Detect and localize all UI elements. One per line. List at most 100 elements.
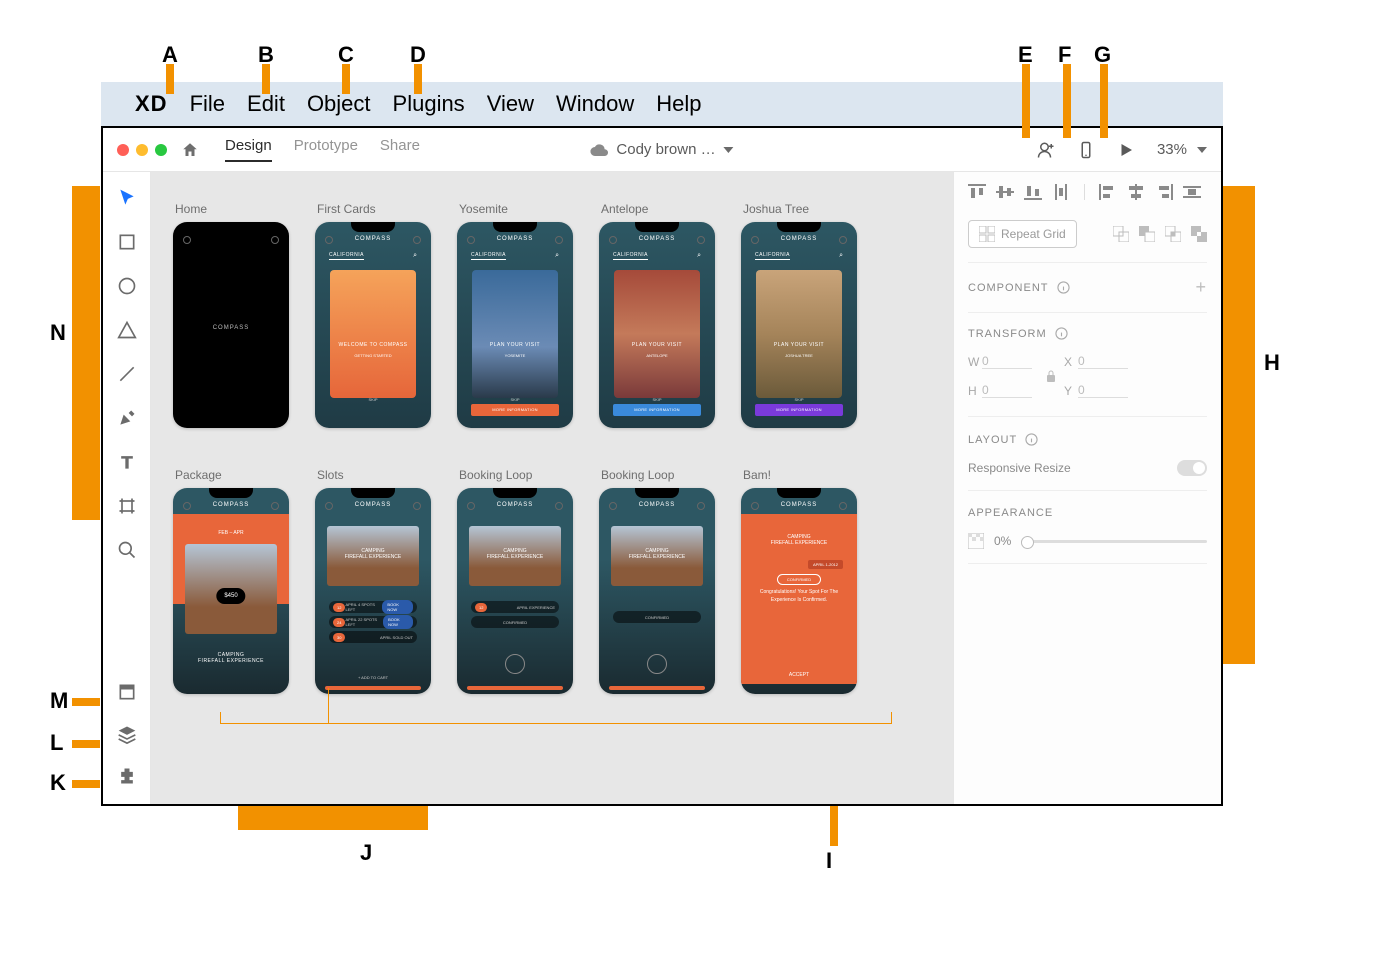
add-component-icon[interactable]: + <box>1195 277 1207 298</box>
artboard-tool-icon[interactable] <box>117 496 137 516</box>
doc-title-text: Cody brown … <box>616 141 715 158</box>
select-tool-icon[interactable] <box>117 188 137 208</box>
callout-bar <box>72 698 100 706</box>
lock-aspect-icon[interactable] <box>1045 369 1057 383</box>
x-input[interactable] <box>1078 354 1128 369</box>
menu-window[interactable]: Window <box>556 91 634 117</box>
callout-J: J <box>360 840 372 866</box>
info-icon[interactable] <box>1057 281 1070 294</box>
artboard-label[interactable]: Bam! <box>743 468 857 482</box>
invite-user-icon[interactable] <box>1037 141 1055 159</box>
align-right-icon[interactable] <box>1155 184 1173 200</box>
responsive-resize-toggle[interactable] <box>1177 460 1207 476</box>
artboard-label[interactable]: Home <box>175 202 289 216</box>
tab-share[interactable]: Share <box>380 137 420 162</box>
menu-plugins[interactable]: Plugins <box>393 91 465 117</box>
y-input[interactable] <box>1078 383 1128 398</box>
artboard-label[interactable]: Yosemite <box>459 202 573 216</box>
repeat-grid-icon <box>979 226 995 242</box>
ellipse-tool-icon[interactable] <box>117 276 137 296</box>
menu-xd[interactable]: XD <box>135 91 168 117</box>
menu-view[interactable]: View <box>487 91 534 117</box>
canvas-pasteboard[interactable]: Home COMPASS First Cards COMPASSCALIFORNIA⌕… <box>151 172 953 804</box>
pen-tool-icon[interactable] <box>117 408 137 428</box>
document-title[interactable]: Cody brown … <box>590 141 733 158</box>
artboard[interactable]: COMPASSCAMPINGFIREFALL EXPERIENCE12APRIL… <box>315 488 431 694</box>
info-icon[interactable] <box>1055 327 1068 340</box>
callout-K: K <box>50 770 66 796</box>
artboard-label[interactable]: Package <box>175 468 289 482</box>
callout-B: B <box>258 42 274 68</box>
artboard[interactable]: COMPASS <box>173 222 289 428</box>
height-input[interactable] <box>982 383 1032 398</box>
distribute-v-icon[interactable] <box>1052 184 1070 200</box>
callout-bar-J <box>238 806 428 830</box>
artboard[interactable]: COMPASSCALIFORNIA⌕PLAN YOUR VISITYOSEMIT… <box>457 222 573 428</box>
boolean-add-icon[interactable] <box>1113 226 1129 242</box>
opacity-icon <box>968 533 984 549</box>
distribute-h-icon[interactable] <box>1183 184 1201 200</box>
artboard[interactable]: COMPASSCAMPINGFIREFALL EXPERIENCECONFIRM… <box>599 488 715 694</box>
zoom-tool-icon[interactable] <box>117 540 137 560</box>
text-tool-icon[interactable] <box>117 452 137 472</box>
artboard-label[interactable]: Booking Loop <box>601 468 715 482</box>
artboard[interactable]: COMPASSCALIFORNIA⌕WELCOME TO COMPASSGETT… <box>315 222 431 428</box>
boolean-subtract-icon[interactable] <box>1139 226 1155 242</box>
layers-panel-icon[interactable] <box>117 724 137 744</box>
align-bottom-icon[interactable] <box>1024 184 1042 200</box>
boolean-intersect-icon[interactable] <box>1165 226 1181 242</box>
artboard[interactable]: COMPASSCALIFORNIA⌕PLAN YOUR VISITANTELOP… <box>599 222 715 428</box>
home-icon[interactable] <box>181 141 199 159</box>
assets-panel-icon[interactable] <box>117 682 137 702</box>
callout-A: A <box>162 42 178 68</box>
artboard-wrap: Antelope COMPASSCALIFORNIA⌕PLAN YOUR VISI… <box>599 202 715 428</box>
mobile-preview-icon[interactable] <box>1077 141 1095 159</box>
tab-design[interactable]: Design <box>225 137 272 162</box>
info-icon[interactable] <box>1025 433 1038 446</box>
artboard-label[interactable]: Booking Loop <box>459 468 573 482</box>
callout-C: C <box>338 42 354 68</box>
label-y: Y <box>1064 384 1078 398</box>
opacity-value: 0% <box>994 534 1011 548</box>
artboard[interactable]: COMPASSCALIFORNIA⌕PLAN YOUR VISITJOSHUA … <box>741 222 857 428</box>
callout-bar <box>166 64 174 94</box>
line-tool-icon[interactable] <box>117 364 137 384</box>
callout-bar <box>342 64 350 94</box>
callout-L: L <box>50 730 63 756</box>
repeat-grid-button[interactable]: Repeat Grid <box>968 220 1077 248</box>
menu-object[interactable]: Object <box>307 91 371 117</box>
artboard[interactable]: COMPASSCAMPINGFIREFALL EXPERIENCEAPRIL 1… <box>741 488 857 694</box>
callout-M: M <box>50 688 68 714</box>
tab-prototype[interactable]: Prototype <box>294 137 358 162</box>
polygon-tool-icon[interactable] <box>117 320 137 340</box>
plugins-panel-icon[interactable] <box>117 766 137 786</box>
artboard-label[interactable]: Antelope <box>601 202 715 216</box>
menu-help[interactable]: Help <box>656 91 701 117</box>
artboard-label[interactable]: Slots <box>317 468 431 482</box>
align-top-icon[interactable] <box>968 184 986 200</box>
play-preview-icon[interactable] <box>1117 141 1135 159</box>
align-center-h-icon[interactable] <box>1127 184 1145 200</box>
callout-G: G <box>1094 42 1111 68</box>
close-window-icon[interactable] <box>117 144 129 156</box>
artboard-wrap: Booking Loop COMPASSCAMPINGFIREFALL EXPER… <box>599 468 715 694</box>
artboard[interactable]: COMPASSFEB – APR$450CAMPINGFIREFALL EXPE… <box>173 488 289 694</box>
opacity-slider[interactable] <box>1021 540 1207 543</box>
cloud-icon <box>590 143 608 157</box>
rectangle-tool-icon[interactable] <box>117 232 137 252</box>
menu-file[interactable]: File <box>190 91 225 117</box>
artboard-wrap: Joshua Tree COMPASSCALIFORNIA⌕PLAN YOUR V… <box>741 202 857 428</box>
align-left-icon[interactable] <box>1099 184 1117 200</box>
callout-bar-H <box>1223 186 1255 664</box>
align-middle-v-icon[interactable] <box>996 184 1014 200</box>
artboard-label[interactable]: Joshua Tree <box>743 202 857 216</box>
menu-edit[interactable]: Edit <box>247 91 285 117</box>
callout-bar <box>414 64 422 94</box>
maximize-window-icon[interactable] <box>155 144 167 156</box>
boolean-exclude-icon[interactable] <box>1191 226 1207 242</box>
artboard-label[interactable]: First Cards <box>317 202 431 216</box>
zoom-control[interactable]: 33% <box>1157 141 1207 158</box>
width-input[interactable] <box>982 354 1032 369</box>
minimize-window-icon[interactable] <box>136 144 148 156</box>
artboard[interactable]: COMPASSCAMPINGFIREFALL EXPERIENCE12APRIL… <box>457 488 573 694</box>
